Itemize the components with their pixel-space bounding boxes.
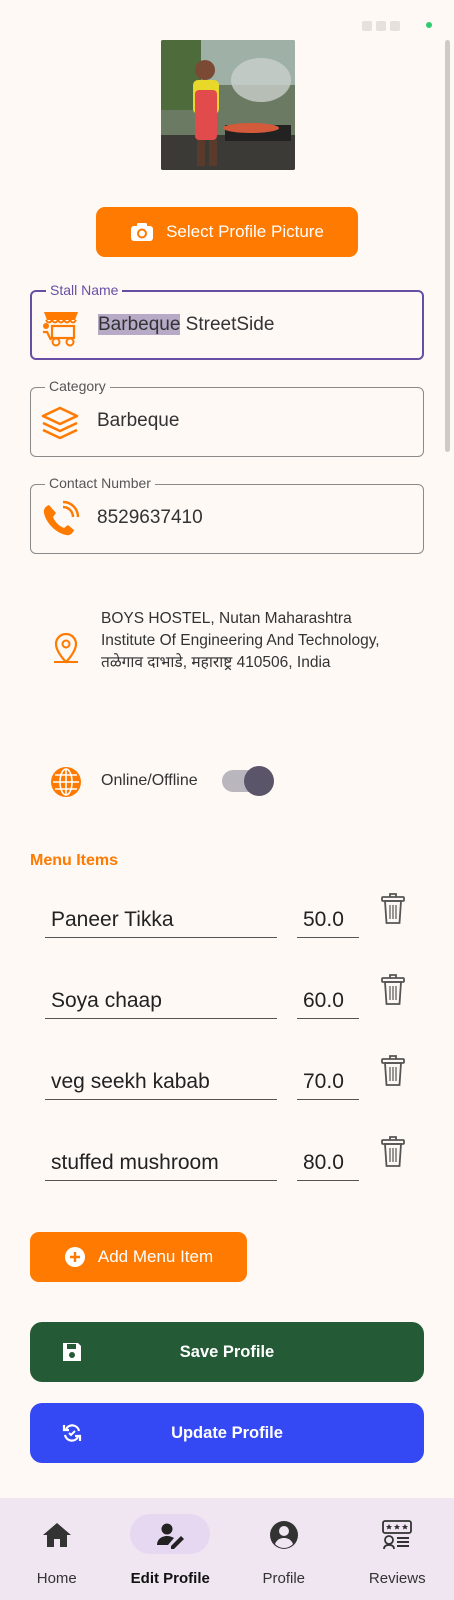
layers-icon [41, 406, 79, 440]
delete-icon[interactable] [380, 1054, 406, 1088]
menu-item-row: stuffed mushroom 80.0 [45, 1136, 415, 1187]
status-icons [358, 18, 418, 31]
online-offline-label: Online/Offline [101, 772, 198, 789]
menu-item-price-input[interactable]: 70.0 [297, 1060, 359, 1100]
category-field[interactable]: Category Barbeque [30, 378, 424, 457]
selected-text: Barbeque [98, 314, 181, 335]
account-circle-icon [269, 1521, 298, 1549]
nav-profile-label: Profile [262, 1570, 306, 1587]
stall-name-input[interactable]: Barbeque StreetSide [98, 314, 274, 336]
contact-number-input[interactable]: 8529637410 [97, 507, 203, 529]
globe-icon [51, 767, 81, 797]
menu-item-row: veg seekh kabab 70.0 [45, 1055, 415, 1106]
nav-edit-profile-label: Edit Profile [130, 1570, 210, 1587]
delete-icon[interactable] [380, 1135, 406, 1169]
add-menu-item-label: Add Menu Item [97, 1247, 214, 1266]
toggle-knob [244, 766, 274, 796]
home-icon [42, 1523, 71, 1547]
location-pin-icon [54, 632, 78, 664]
nav-edit-profile[interactable]: Edit Profile [114, 1498, 228, 1600]
update-profile-label: Update Profile [171, 1423, 283, 1442]
nav-profile[interactable]: Profile [227, 1498, 341, 1600]
stall-name-field[interactable]: Stall Name Barbeque StreetSide [30, 282, 424, 360]
menu-item-price-input[interactable]: 80.0 [297, 1141, 359, 1181]
select-profile-picture-button[interactable]: Select Profile Picture [96, 207, 358, 257]
food-stall-icon [43, 312, 78, 347]
online-toggle[interactable] [222, 766, 274, 796]
menu-item-row: Soya chaap 60.0 [45, 974, 415, 1025]
select-profile-picture-label: Select Profile Picture [166, 222, 324, 241]
add-circle-icon [64, 1247, 85, 1267]
stall-name-rest: StreetSide [180, 314, 275, 335]
save-profile-button[interactable]: Save Profile [30, 1322, 424, 1382]
online-offline-row: Online/Offline [50, 764, 310, 798]
nav-home[interactable]: Home [0, 1498, 114, 1600]
menu-item-name-input[interactable]: Soya chaap [45, 979, 277, 1019]
category-label: Category [45, 378, 110, 394]
privacy-indicator-dot [426, 22, 432, 28]
nav-reviews[interactable]: Reviews [341, 1498, 454, 1600]
status-bar [0, 0, 454, 36]
delete-icon[interactable] [380, 973, 406, 1007]
phone-call-icon [43, 500, 80, 536]
category-input[interactable]: Barbeque [97, 410, 179, 432]
menu-item-name-input[interactable]: veg seekh kabab [45, 1060, 277, 1100]
nav-reviews-label: Reviews [368, 1570, 426, 1587]
menu-item-name-input[interactable]: stuffed mushroom [45, 1141, 277, 1181]
delete-icon[interactable] [380, 892, 406, 926]
menu-item-name-input[interactable]: Paneer Tikka [45, 898, 277, 938]
sync-icon [62, 1424, 82, 1442]
menu-item-row: Paneer Tikka 50.0 [45, 893, 415, 944]
update-profile-button[interactable]: Update Profile [30, 1403, 424, 1463]
menu-items-title: Menu Items [30, 852, 119, 869]
contact-number-label: Contact Number [45, 475, 155, 491]
menu-item-price-input[interactable]: 50.0 [297, 898, 359, 938]
bottom-navigation: Home Edit Profile Profile Reviews [0, 1498, 454, 1600]
reviews-icon [382, 1520, 413, 1550]
menu-item-price-input[interactable]: 60.0 [297, 979, 359, 1019]
nav-home-label: Home [36, 1570, 77, 1587]
edit-profile-icon [157, 1523, 185, 1549]
scrollbar[interactable] [445, 40, 450, 452]
contact-number-field[interactable]: Contact Number 8529637410 [30, 475, 424, 554]
save-profile-label: Save Profile [179, 1342, 275, 1361]
profile-picture [161, 40, 295, 170]
camera-icon [131, 223, 154, 241]
address-text: BOYS HOSTEL, Nutan Maharashtra Institute… [101, 610, 380, 671]
stall-name-label: Stall Name [46, 282, 123, 298]
add-menu-item-button[interactable]: Add Menu Item [30, 1232, 247, 1282]
save-icon [63, 1343, 81, 1361]
